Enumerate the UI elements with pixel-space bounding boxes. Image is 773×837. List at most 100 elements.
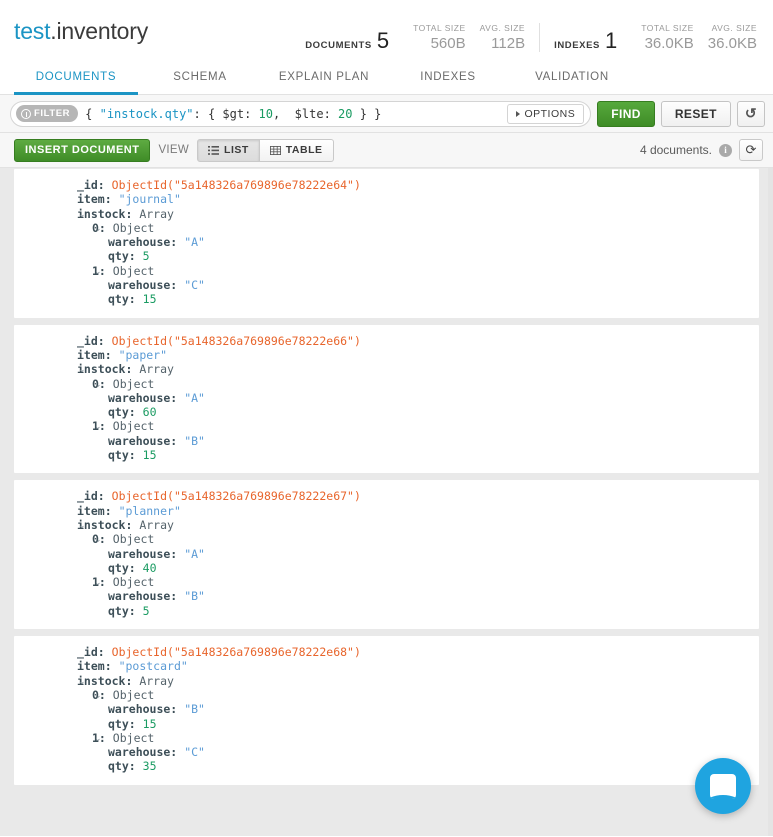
info-icon[interactable]: i bbox=[719, 144, 732, 157]
query-gt-value: 10 bbox=[259, 107, 273, 121]
chevron-down-icon[interactable]: ⌄ bbox=[94, 221, 102, 235]
info-icon bbox=[21, 109, 31, 119]
chevron-down-icon[interactable]: ⌄ bbox=[94, 575, 102, 589]
chevron-down-icon[interactable]: ⌄ bbox=[78, 674, 86, 688]
intercom-chat-button[interactable] bbox=[695, 758, 751, 814]
field-key: item: bbox=[77, 192, 112, 206]
options-button[interactable]: OPTIONS bbox=[507, 104, 584, 124]
field-value: 15 bbox=[143, 292, 157, 306]
filter-input[interactable]: FILTER { "instock.qty": { $gt: 10, $lte:… bbox=[10, 101, 591, 127]
chevron-down-icon[interactable]: ⌄ bbox=[78, 362, 86, 376]
field-value: "B" bbox=[184, 434, 205, 448]
field-value: 60 bbox=[143, 405, 157, 419]
tab-validation[interactable]: VALIDATION bbox=[510, 62, 634, 95]
field-item: item: "paper" bbox=[14, 348, 759, 362]
list-view-label: LIST bbox=[224, 144, 249, 156]
tab-documents[interactable]: DOCUMENTS bbox=[14, 62, 138, 95]
field-warehouse: warehouse: "B" bbox=[14, 589, 759, 603]
indexes-total-size-value: 36.0KB bbox=[641, 35, 694, 52]
document-list[interactable]: _id: ObjectId("5a148326a769896e78222e64"… bbox=[0, 168, 773, 836]
documents-avg-size-value: 112B bbox=[480, 35, 525, 52]
document-count-text: 4 documents. bbox=[640, 143, 712, 157]
document-card[interactable]: _id: ObjectId("5a148326a769896e78222e64"… bbox=[14, 169, 759, 318]
field-value: "A" bbox=[184, 391, 205, 405]
chevron-down-icon[interactable]: ⌄ bbox=[78, 207, 86, 221]
tab-indexes[interactable]: INDEXES bbox=[386, 62, 510, 95]
chevron-down-icon[interactable]: ⌄ bbox=[94, 688, 102, 702]
field-key: qty: bbox=[108, 759, 136, 773]
field-key: _id: bbox=[77, 334, 105, 348]
document-action-bar: INSERT DOCUMENT VIEW LIST TABLE 4 docume… bbox=[0, 133, 773, 168]
indexes-total-size: TOTAL SIZE 36.0KB bbox=[627, 23, 694, 52]
field-value: ObjectId("5a148326a769896e78222e64") bbox=[112, 178, 361, 192]
field-value: ObjectId("5a148326a769896e78222e68") bbox=[112, 645, 361, 659]
indexes-avg-size: AVG. SIZE 36.0KB bbox=[694, 23, 757, 52]
reset-button[interactable]: RESET bbox=[661, 101, 731, 127]
documents-stat-group: DOCUMENTS 5 TOTAL SIZE 560B AVG. SIZE 11… bbox=[291, 23, 525, 52]
field-value: "paper" bbox=[119, 348, 167, 362]
field-qty: qty: 15 bbox=[14, 292, 759, 306]
field-value: "B" bbox=[184, 589, 205, 603]
field-type: Array bbox=[139, 518, 174, 532]
history-icon[interactable]: ↺ bbox=[737, 101, 765, 127]
field-qty: qty: 60 bbox=[14, 405, 759, 419]
field-warehouse: warehouse: "A" bbox=[14, 547, 759, 561]
scrollbar[interactable] bbox=[768, 168, 773, 836]
refresh-button[interactable]: ⟳ bbox=[739, 139, 763, 161]
collection-name: inventory bbox=[56, 18, 148, 44]
view-toggle-group: LIST TABLE bbox=[197, 139, 333, 162]
field-instock: ⌄instock: Array bbox=[14, 362, 759, 376]
field-key: warehouse: bbox=[108, 702, 177, 716]
field-instock: ⌄instock: Array bbox=[14, 207, 759, 221]
list-view-button[interactable]: LIST bbox=[197, 139, 260, 162]
field-key: _id: bbox=[77, 489, 105, 503]
filter-pill: FILTER bbox=[16, 105, 78, 122]
field-key: warehouse: bbox=[108, 547, 177, 561]
indexes-count: INDEXES 1 bbox=[554, 30, 627, 52]
query-prefix: { bbox=[85, 107, 99, 121]
chevron-down-icon[interactable]: ⌄ bbox=[94, 731, 102, 745]
query-bar: FILTER { "instock.qty": { $gt: 10, $lte:… bbox=[0, 95, 773, 133]
indexes-label: INDEXES bbox=[554, 40, 600, 51]
insert-document-button[interactable]: INSERT DOCUMENT bbox=[14, 139, 150, 162]
tab-explain-plan[interactable]: EXPLAIN PLAN bbox=[262, 62, 386, 95]
database-name: test bbox=[14, 18, 50, 44]
field-value: "C" bbox=[184, 745, 205, 759]
find-button[interactable]: FIND bbox=[597, 101, 655, 127]
array-entry-header: ⌄1: Object bbox=[14, 419, 759, 433]
indexes-value: 1 bbox=[605, 30, 617, 52]
field-qty: qty: 15 bbox=[14, 717, 759, 731]
field-key: warehouse: bbox=[108, 745, 177, 759]
field-id: _id: ObjectId("5a148326a769896e78222e64"… bbox=[14, 178, 759, 192]
document-count-area: 4 documents. i ⟳ bbox=[640, 139, 763, 161]
chevron-down-icon[interactable]: ⌄ bbox=[78, 518, 86, 532]
array-entry-header: ⌄0: Object bbox=[14, 221, 759, 235]
field-value: "journal" bbox=[119, 192, 181, 206]
document-card[interactable]: _id: ObjectId("5a148326a769896e78222e66"… bbox=[14, 325, 759, 474]
tab-schema[interactable]: SCHEMA bbox=[138, 62, 262, 95]
field-type: Array bbox=[139, 362, 174, 376]
chevron-down-icon[interactable]: ⌄ bbox=[94, 264, 102, 278]
field-value: "A" bbox=[184, 547, 205, 561]
documents-avg-size-label: AVG. SIZE bbox=[480, 23, 525, 33]
document-card[interactable]: _id: ObjectId("5a148326a769896e78222e67"… bbox=[14, 480, 759, 629]
table-view-button[interactable]: TABLE bbox=[260, 139, 334, 162]
array-entry-header: ⌄1: Object bbox=[14, 575, 759, 589]
field-value: 40 bbox=[143, 561, 157, 575]
field-qty: qty: 15 bbox=[14, 448, 759, 462]
indexes-avg-size-value: 36.0KB bbox=[708, 35, 757, 52]
field-key: qty: bbox=[108, 561, 136, 575]
chevron-down-icon[interactable]: ⌄ bbox=[94, 377, 102, 391]
chevron-down-icon[interactable]: ⌄ bbox=[94, 419, 102, 433]
field-value: 15 bbox=[143, 448, 157, 462]
entry-type: Object bbox=[113, 532, 155, 546]
view-label: VIEW bbox=[158, 144, 189, 156]
chevron-down-icon[interactable]: ⌄ bbox=[94, 532, 102, 546]
array-entry-header: ⌄1: Object bbox=[14, 731, 759, 745]
field-key: qty: bbox=[108, 448, 136, 462]
field-warehouse: warehouse: "C" bbox=[14, 278, 759, 292]
filter-pill-label: FILTER bbox=[34, 108, 70, 119]
field-id: _id: ObjectId("5a148326a769896e78222e68"… bbox=[14, 645, 759, 659]
document-card[interactable]: _id: ObjectId("5a148326a769896e78222e68"… bbox=[14, 636, 759, 785]
query-field-key: "instock.qty" bbox=[100, 107, 194, 121]
